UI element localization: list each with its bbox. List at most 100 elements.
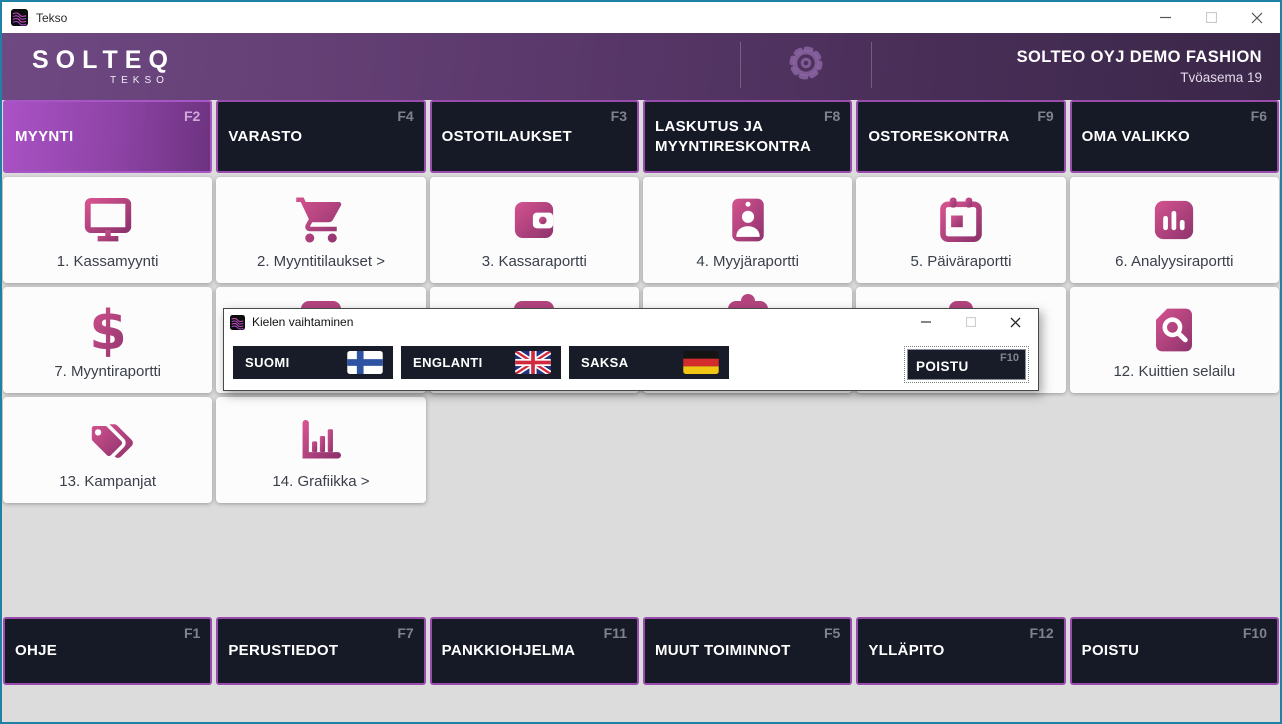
tile-label: 2. Myyntitilaukset > — [257, 253, 385, 270]
fkey-label: F9 — [1037, 108, 1053, 124]
menu-label: POISTU — [1082, 641, 1239, 661]
window-controls — [1142, 2, 1280, 33]
language-label: ENGLANTI — [413, 355, 483, 370]
fkey-label: F10 — [1000, 352, 1019, 364]
menu-label: OSTORESKONTRA — [868, 126, 1025, 146]
fkey-label: F6 — [1251, 108, 1267, 124]
document-search-icon — [1146, 302, 1202, 358]
main-area: F2 MYYNTI F4 VARASTO F3 OSTOTILAUKSET F8… — [2, 100, 1280, 722]
app-window: Tekso SOLTEQ TEKSO — [0, 0, 1282, 724]
tile-kassaraportti[interactable]: 3. Kassaraportti — [430, 177, 639, 283]
fkey-label: F4 — [397, 108, 413, 124]
cart-icon — [293, 192, 349, 248]
menu-label: VARASTO — [228, 126, 385, 146]
close-icon[interactable] — [1234, 2, 1280, 33]
bottom-menu-item-yllapito[interactable]: F12 YLLÄPITO — [856, 617, 1065, 685]
top-menu-item-myynti[interactable]: F2 MYYNTI — [3, 100, 212, 173]
tile-myyntitilaukset[interactable]: 2. Myyntitilaukset > — [216, 177, 425, 283]
tekso-app-icon — [11, 9, 28, 26]
menu-label: OMA VALIKKO — [1082, 126, 1239, 146]
minimize-icon[interactable] — [1142, 2, 1188, 33]
tile-analyysiraportti[interactable]: 6. Analyysiraportti — [1070, 177, 1279, 283]
top-menu-item-ostoreskontra[interactable]: F9 OSTORESKONTRA — [856, 100, 1065, 173]
dialog-exit-button[interactable]: F10 POISTU — [907, 349, 1026, 380]
bottom-menu-item-poistu[interactable]: F10 POISTU — [1070, 617, 1279, 685]
tile-label: 12. Kuittien selailu — [1113, 363, 1235, 380]
tags-icon — [80, 412, 136, 468]
menu-label: OHJE — [15, 641, 172, 661]
app-header: SOLTEQ TEKSO SOLTEO OYJ DEMO FASHION Tvö… — [2, 33, 1280, 100]
fkey-label: F2 — [184, 108, 200, 124]
dialog-title: Kielen vaihtaminen — [252, 315, 353, 329]
tile-row-3: 13. Kampanjat 14. Grafiikka > — [2, 397, 1280, 503]
bottom-menu-item-perustiedot[interactable]: F7 PERUSTIEDOT — [216, 617, 425, 685]
header-session-info: SOLTEO OYJ DEMO FASHION Tvöasema 19 — [1017, 48, 1262, 85]
tile-label: 14. Grafiikka > — [272, 473, 369, 490]
maximize-icon[interactable] — [1188, 2, 1234, 33]
language-button-englanti[interactable]: ENGLANTI — [401, 346, 561, 379]
menu-label: PANKKIOHJELMA — [442, 641, 599, 661]
dialog-titlebar: Kielen vaihtaminen — [224, 309, 1038, 335]
tile-kuittien-selailu[interactable]: 12. Kuittien selailu — [1070, 287, 1279, 393]
uk-flag — [515, 351, 551, 374]
fkey-label: F11 — [604, 625, 627, 641]
tile-label: 1. Kassamyynti — [57, 253, 159, 270]
calendar-icon — [933, 192, 989, 248]
language-button-saksa[interactable]: SAKSA — [569, 346, 729, 379]
workstation-label: Tvöasema 19 — [1017, 70, 1262, 85]
exit-label: POISTU — [916, 359, 969, 374]
fkey-label: F1 — [184, 625, 200, 641]
menu-label: PERUSTIEDOT — [228, 641, 385, 661]
empty-cell — [856, 397, 1065, 503]
top-menu-item-varasto[interactable]: F4 VARASTO — [216, 100, 425, 173]
menu-label: YLLÄPITO — [868, 641, 1025, 661]
menu-label: OSTOTILAUKSET — [442, 126, 599, 146]
tile-myyntiraportti[interactable]: $ 7. Myyntiraportti — [3, 287, 212, 393]
header-settings-area — [740, 42, 872, 88]
gear-icon[interactable] — [786, 43, 826, 88]
chart-square-icon — [1146, 192, 1202, 248]
tile-kampanjat[interactable]: 13. Kampanjat — [3, 397, 212, 503]
dialog-maximize-icon[interactable] — [948, 309, 993, 335]
dialog-close-icon[interactable] — [993, 309, 1038, 335]
bottom-menu-item-ohje[interactable]: F1 OHJE — [3, 617, 212, 685]
tile-label: 5. Päiväraportti — [911, 253, 1012, 270]
svg-text:$: $ — [89, 303, 127, 357]
top-menu: F2 MYYNTI F4 VARASTO F3 OSTOTILAUKSET F8… — [2, 100, 1280, 173]
bottom-menu-item-pankkiohjelma[interactable]: F11 PANKKIOHJELMA — [430, 617, 639, 685]
tile-paivaraportti[interactable]: 5. Päiväraportti — [856, 177, 1065, 283]
menu-label: MUUT TOIMINNOT — [655, 641, 812, 661]
bottom-menu-item-muut-toiminnot[interactable]: F5 MUUT TOIMINNOT — [643, 617, 852, 685]
language-label: SUOMI — [245, 355, 290, 370]
tile-label: 13. Kampanjat — [59, 473, 156, 490]
top-menu-item-ostotilaukset[interactable]: F3 OSTOTILAUKSET — [430, 100, 639, 173]
fkey-label: F5 — [824, 625, 840, 641]
dialog-controls — [903, 309, 1038, 335]
fkey-label: F8 — [824, 108, 840, 124]
tile-kassamyynti[interactable]: 1. Kassamyynti — [3, 177, 212, 283]
germany-flag — [683, 351, 719, 374]
tile-grafiikka[interactable]: 14. Grafiikka > — [216, 397, 425, 503]
brand-name: SOLTEQ — [32, 48, 175, 73]
fkey-label: F7 — [397, 625, 413, 641]
os-titlebar: Tekso — [2, 2, 1280, 33]
language-button-suomi[interactable]: SUOMI — [233, 346, 393, 379]
language-dialog: Kielen vaihtaminen SUOMI — [223, 308, 1039, 391]
tile-myyjaraportti[interactable]: 4. Myyjäraportti — [643, 177, 852, 283]
bar-chart-icon — [293, 412, 349, 468]
brand-product: TEKSO — [32, 76, 175, 86]
badge-icon — [720, 192, 776, 248]
bottom-menu: F1 OHJE F7 PERUSTIEDOT F11 PANKKIOHJELMA… — [2, 617, 1280, 685]
dialog-exit-focus-ring: F10 POISTU — [904, 346, 1029, 383]
wallet-icon — [506, 192, 562, 248]
tile-row-1: 1. Kassamyynti 2. Myyntitilaukset > — [2, 177, 1280, 283]
fkey-label: F12 — [1030, 625, 1054, 641]
dollar-icon: $ — [80, 302, 136, 358]
language-label: SAKSA — [581, 355, 629, 370]
fkey-label: F10 — [1243, 625, 1267, 641]
dialog-body: SUOMI ENGLANTI — [224, 335, 1038, 390]
top-menu-item-laskutus[interactable]: F8 LASKUTUS JA MYYNTIRESKONTRA — [643, 100, 852, 173]
empty-cell — [1070, 397, 1279, 503]
dialog-minimize-icon[interactable] — [903, 309, 948, 335]
top-menu-item-oma-valikko[interactable]: F6 OMA VALIKKO — [1070, 100, 1279, 173]
